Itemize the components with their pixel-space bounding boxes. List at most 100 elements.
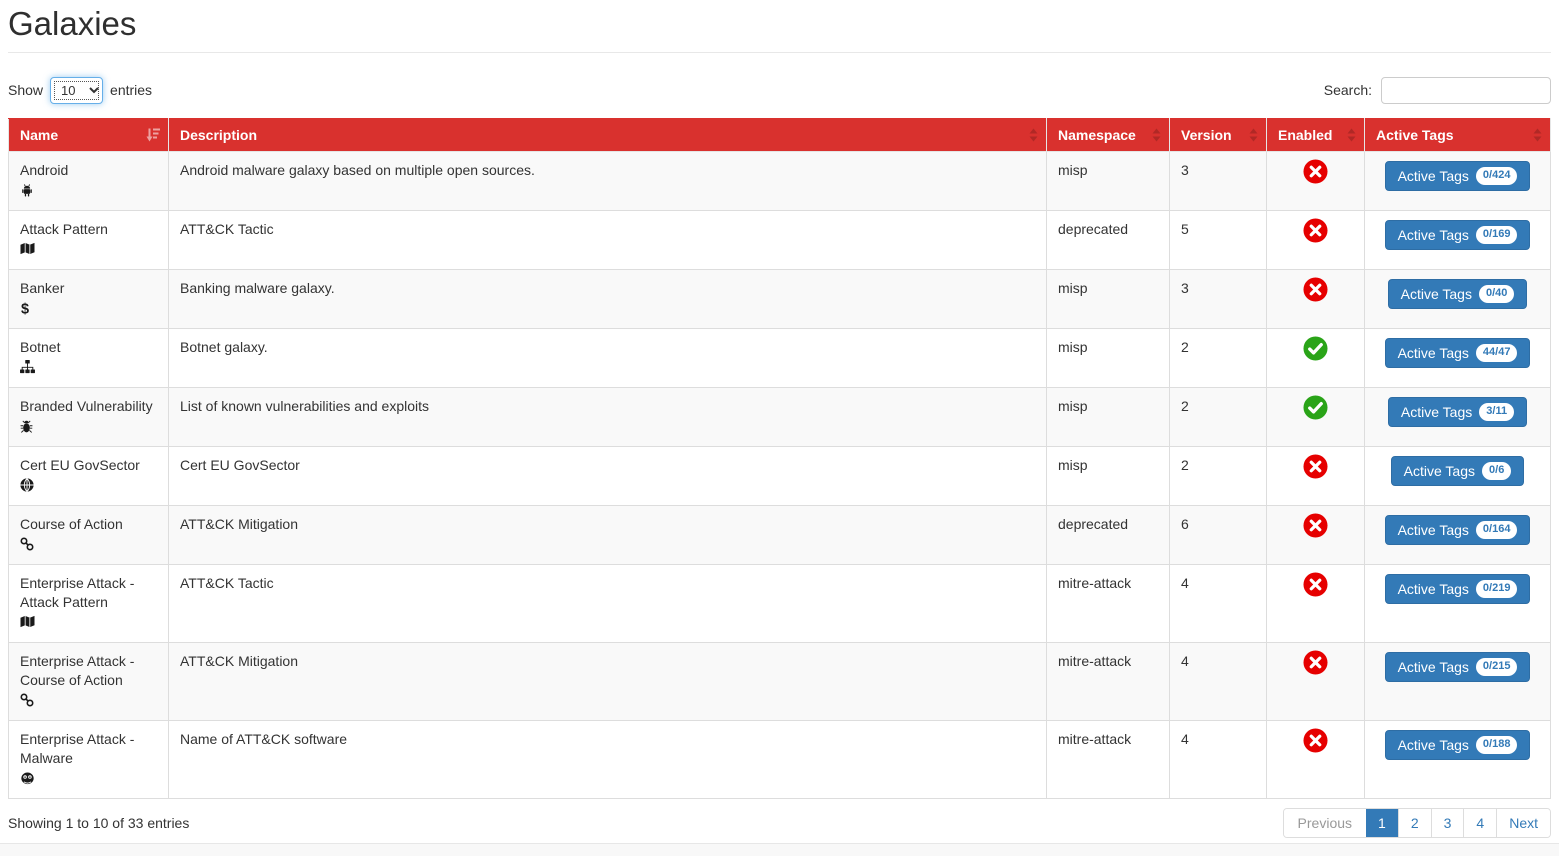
disabled-x-icon[interactable] bbox=[1303, 572, 1328, 597]
active-tags-label: Active Tags bbox=[1398, 581, 1469, 597]
chain-icon bbox=[20, 693, 157, 711]
table-row[interactable]: Attack Pattern ATT&CK Tactic deprecated … bbox=[9, 210, 1551, 269]
active-tags-cell: Active Tags 0/6 bbox=[1365, 446, 1551, 505]
column-header-active-tags[interactable]: Active Tags bbox=[1365, 118, 1551, 151]
android-icon bbox=[20, 183, 157, 201]
galaxy-namespace: misp bbox=[1058, 162, 1088, 178]
galaxy-version: 2 bbox=[1181, 339, 1189, 355]
pagination-page-3[interactable]: 3 bbox=[1431, 809, 1464, 837]
galaxy-name: Botnet bbox=[20, 339, 60, 355]
namespace-cell: mitre-attack bbox=[1047, 564, 1170, 642]
galaxy-namespace: deprecated bbox=[1058, 516, 1128, 532]
active-tags-count-badge: 0/215 bbox=[1476, 658, 1518, 675]
disabled-x-icon[interactable] bbox=[1303, 159, 1328, 184]
disabled-x-icon[interactable] bbox=[1303, 218, 1328, 243]
namespace-cell: mitre-attack bbox=[1047, 720, 1170, 798]
bug-icon bbox=[20, 419, 157, 437]
disabled-x-icon[interactable] bbox=[1303, 454, 1328, 479]
pagination-previous[interactable]: Previous bbox=[1284, 809, 1366, 837]
galaxy-name: Android bbox=[20, 162, 68, 178]
active-tags-button[interactable]: Active Tags 0/215 bbox=[1385, 652, 1531, 682]
active-tags-button[interactable]: Active Tags 0/169 bbox=[1385, 220, 1531, 250]
column-header-enabled[interactable]: Enabled bbox=[1267, 118, 1365, 151]
active-tags-cell: Active Tags 0/169 bbox=[1365, 210, 1551, 269]
galaxy-version: 4 bbox=[1181, 575, 1189, 591]
galaxy-namespace: mitre-attack bbox=[1058, 575, 1131, 591]
pagination-page-1[interactable]: 1 bbox=[1366, 809, 1398, 837]
pagination-page-4[interactable]: 4 bbox=[1463, 809, 1496, 837]
version-cell: 5 bbox=[1170, 210, 1267, 269]
table-row[interactable]: Enterprise Attack - Malware Name of ATT&… bbox=[9, 720, 1551, 798]
active-tags-button[interactable]: Active Tags 0/6 bbox=[1391, 456, 1525, 486]
show-entries-group: Show 10 entries bbox=[8, 77, 152, 104]
active-tags-cell: Active Tags 0/215 bbox=[1365, 642, 1551, 720]
galaxy-namespace: deprecated bbox=[1058, 221, 1128, 237]
table-row[interactable]: Android Android malware galaxy based on … bbox=[9, 151, 1551, 210]
column-header-namespace[interactable]: Namespace bbox=[1047, 118, 1170, 151]
pagination-page-2[interactable]: 2 bbox=[1398, 809, 1431, 837]
disabled-x-icon[interactable] bbox=[1303, 277, 1328, 302]
enabled-cell bbox=[1267, 564, 1365, 642]
search-input[interactable] bbox=[1381, 77, 1551, 104]
column-header-description[interactable]: Description bbox=[169, 118, 1047, 151]
active-tags-count-badge: 0/40 bbox=[1479, 285, 1514, 302]
column-header-version[interactable]: Version bbox=[1170, 118, 1267, 151]
namespace-cell: misp bbox=[1047, 387, 1170, 446]
name-cell: Attack Pattern bbox=[9, 210, 169, 269]
active-tags-button[interactable]: Active Tags 0/188 bbox=[1385, 730, 1531, 760]
title-divider bbox=[8, 52, 1551, 53]
name-cell: Enterprise Attack - Course of Action bbox=[9, 642, 169, 720]
active-tags-button[interactable]: Active Tags 0/40 bbox=[1388, 279, 1528, 309]
enabled-check-icon[interactable] bbox=[1303, 395, 1328, 420]
page-length-select[interactable]: 10 bbox=[50, 77, 103, 104]
show-label: Show bbox=[8, 82, 43, 98]
galaxy-version: 2 bbox=[1181, 457, 1189, 473]
active-tags-label: Active Tags bbox=[1398, 168, 1469, 184]
description-cell: List of known vulnerabilities and exploi… bbox=[169, 387, 1047, 446]
column-header-name[interactable]: Name bbox=[9, 118, 169, 151]
active-tags-count-badge: 0/6 bbox=[1482, 462, 1511, 479]
active-tags-label: Active Tags bbox=[1398, 345, 1469, 361]
disabled-x-icon[interactable] bbox=[1303, 650, 1328, 675]
table-row[interactable]: Botnet Botnet galaxy. misp 2 Active Tags… bbox=[9, 328, 1551, 387]
disabled-x-icon[interactable] bbox=[1303, 728, 1328, 753]
galaxies-table: NameDescriptionNamespaceVersionEnabledAc… bbox=[8, 118, 1551, 799]
active-tags-count-badge: 0/424 bbox=[1476, 167, 1518, 184]
galaxy-description: ATT&CK Mitigation bbox=[180, 516, 298, 532]
table-row[interactable]: Course of Action ATT&CK Mitigation depre… bbox=[9, 505, 1551, 564]
description-cell: ATT&CK Mitigation bbox=[169, 505, 1047, 564]
active-tags-button[interactable]: Active Tags 0/164 bbox=[1385, 515, 1531, 545]
pagination-next[interactable]: Next bbox=[1496, 809, 1550, 837]
sort-both-icon bbox=[1029, 128, 1038, 141]
galaxy-description: List of known vulnerabilities and exploi… bbox=[180, 398, 429, 414]
active-tags-button[interactable]: Active Tags 0/424 bbox=[1385, 161, 1531, 191]
table-row[interactable]: Branded Vulnerability List of known vuln… bbox=[9, 387, 1551, 446]
table-row[interactable]: Banker $ Banking malware galaxy. misp 3 … bbox=[9, 269, 1551, 328]
table-row[interactable]: Enterprise Attack - Attack Pattern ATT&C… bbox=[9, 564, 1551, 642]
description-cell: Name of ATT&CK software bbox=[169, 720, 1047, 798]
column-header-label: Version bbox=[1181, 127, 1232, 143]
name-cell: Course of Action bbox=[9, 505, 169, 564]
sort-both-icon bbox=[1347, 128, 1356, 141]
description-cell: Banking malware galaxy. bbox=[169, 269, 1047, 328]
description-cell: Android malware galaxy based on multiple… bbox=[169, 151, 1047, 210]
active-tags-cell: Active Tags 0/164 bbox=[1365, 505, 1551, 564]
table-row[interactable]: Cert EU GovSector Cert EU GovSector misp… bbox=[9, 446, 1551, 505]
active-tags-cell: Active Tags 0/219 bbox=[1365, 564, 1551, 642]
active-tags-label: Active Tags bbox=[1404, 463, 1475, 479]
active-tags-button[interactable]: Active Tags 0/219 bbox=[1385, 574, 1531, 604]
map-icon bbox=[20, 242, 157, 260]
version-cell: 4 bbox=[1170, 720, 1267, 798]
galaxy-namespace: misp bbox=[1058, 457, 1088, 473]
active-tags-button[interactable]: Active Tags 3/11 bbox=[1388, 397, 1527, 427]
galaxy-version: 3 bbox=[1181, 280, 1189, 296]
enabled-cell bbox=[1267, 387, 1365, 446]
table-row[interactable]: Enterprise Attack - Course of Action ATT… bbox=[9, 642, 1551, 720]
galaxy-version: 4 bbox=[1181, 731, 1189, 747]
active-tags-button[interactable]: Active Tags 44/47 bbox=[1385, 338, 1531, 368]
disabled-x-icon[interactable] bbox=[1303, 513, 1328, 538]
enabled-check-icon[interactable] bbox=[1303, 336, 1328, 361]
version-cell: 2 bbox=[1170, 328, 1267, 387]
namespace-cell: deprecated bbox=[1047, 210, 1170, 269]
monster-icon bbox=[20, 771, 157, 789]
